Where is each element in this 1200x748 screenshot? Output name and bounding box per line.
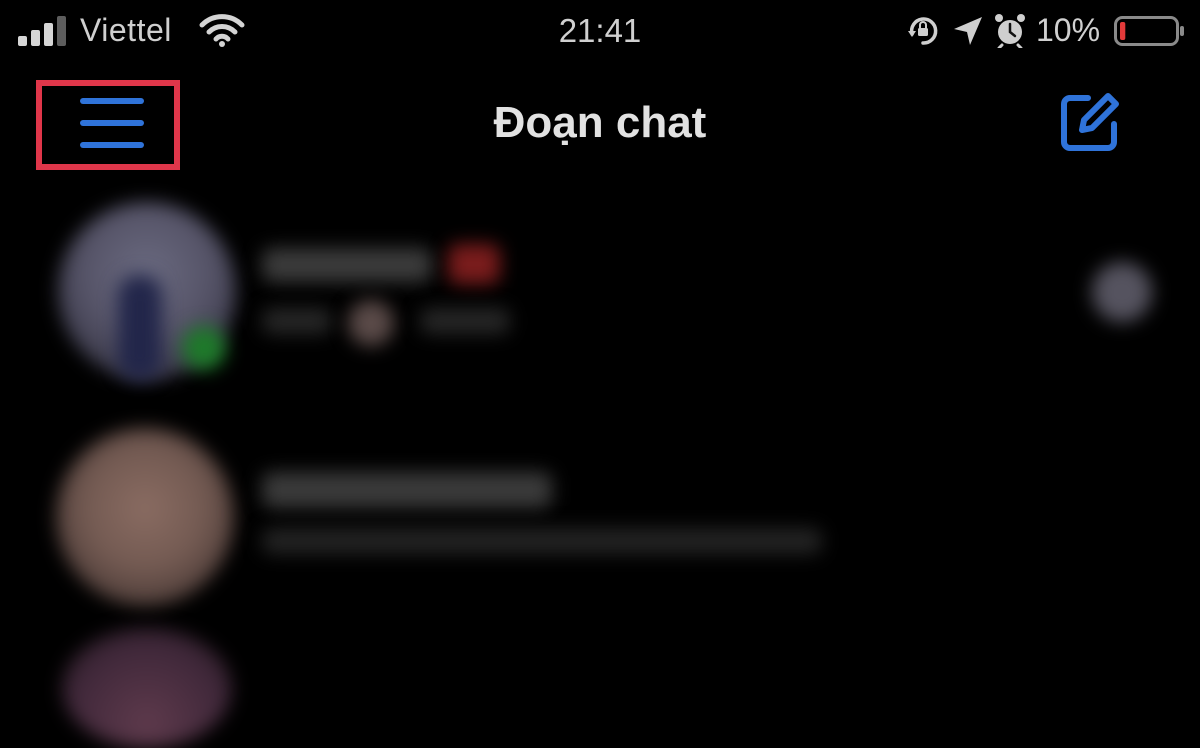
compose-icon[interactable] — [1058, 90, 1122, 154]
rotation-lock-icon — [908, 17, 938, 45]
status-bar: Viettel 21:41 10% — [0, 0, 1200, 64]
alarm-clock-icon — [995, 14, 1025, 48]
seen-avatar — [1092, 262, 1152, 322]
page-title: Đoạn chat — [493, 98, 707, 147]
avatar — [62, 628, 232, 748]
location-arrow-icon — [954, 17, 982, 45]
sticker-thumbnail — [348, 300, 394, 346]
message-preview — [262, 528, 822, 554]
chat-list — [0, 180, 1200, 748]
contact-name — [262, 248, 432, 282]
avatar-figure — [118, 275, 162, 380]
contact-name — [262, 472, 552, 508]
battery-icon — [1114, 16, 1184, 46]
unread-badge — [448, 244, 500, 284]
battery-percentage: 10% — [1036, 12, 1101, 48]
avatar — [56, 428, 234, 606]
message-preview — [262, 308, 332, 334]
message-time — [420, 308, 510, 334]
online-indicator — [182, 326, 226, 370]
